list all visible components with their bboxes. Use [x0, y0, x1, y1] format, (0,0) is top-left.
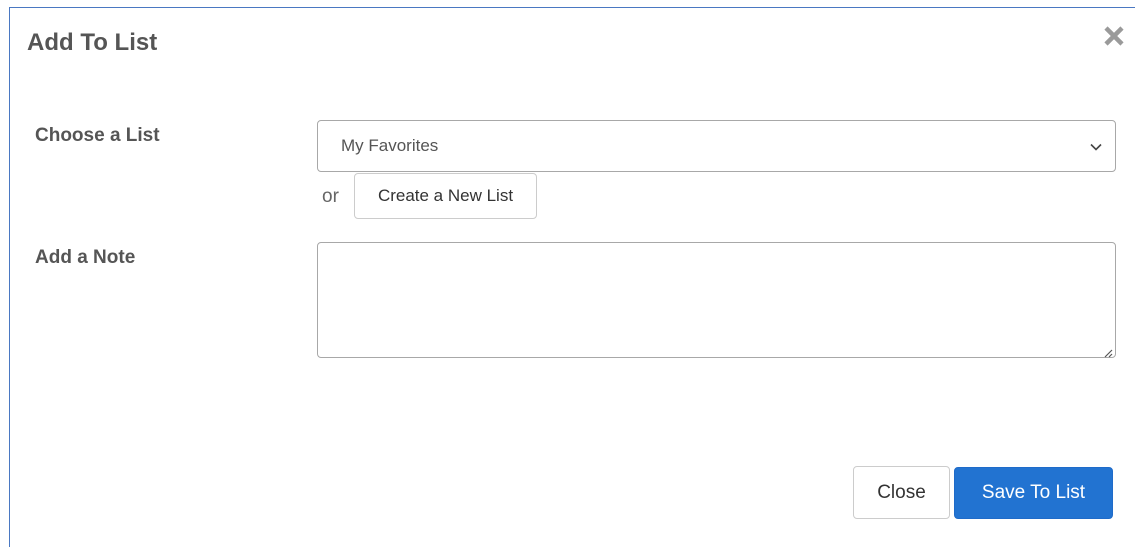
create-new-list-button[interactable]: Create a New List	[354, 173, 537, 219]
list-select[interactable]: My Favorites	[317, 120, 1116, 172]
chevron-down-icon	[1089, 140, 1103, 154]
modal-title: Add To List	[27, 29, 158, 56]
close-button[interactable]: Close	[853, 466, 950, 519]
or-separator: or	[322, 186, 339, 207]
add-note-label: Add a Note	[35, 247, 136, 268]
close-icon[interactable]	[1100, 22, 1128, 50]
resize-grip-icon[interactable]	[1103, 345, 1113, 358]
note-textarea[interactable]	[317, 242, 1116, 358]
add-to-list-modal: Add To List Choose a List My Favorites o…	[9, 7, 1135, 547]
save-to-list-button[interactable]: Save To List	[954, 467, 1113, 519]
choose-list-label: Choose a List	[35, 125, 160, 146]
selected-list-value: My Favorites	[341, 136, 439, 155]
